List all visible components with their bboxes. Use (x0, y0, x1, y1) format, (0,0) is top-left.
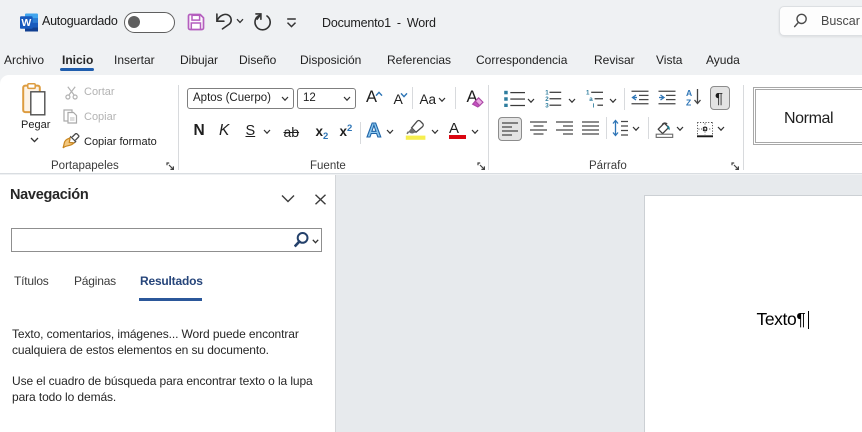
svg-text:3: 3 (545, 102, 549, 108)
svg-text:i: i (592, 102, 594, 108)
svg-text:Z: Z (686, 97, 691, 107)
svg-text:A: A (686, 88, 692, 98)
svg-text:W: W (21, 17, 31, 29)
